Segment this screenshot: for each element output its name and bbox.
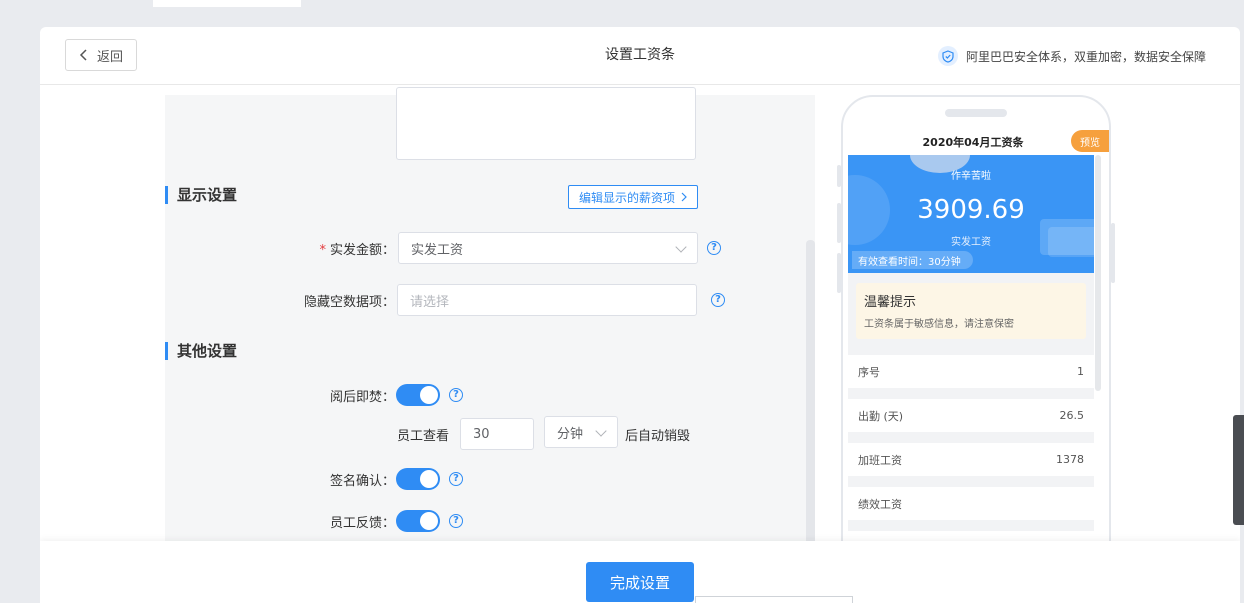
security-notice: 阿里巴巴安全体系，双重加密，数据安全保障 — [937, 43, 1206, 69]
salary-amount-label: 实发工资 — [951, 237, 991, 248]
row-value: 1 — [1077, 365, 1084, 378]
greeting-text: 作辛苦啦 — [951, 171, 991, 182]
settings-card: 返回 设置工资条 阿里巴巴安全体系，双重加密，数据安全保障 显示设置 编辑显示的… — [40, 27, 1240, 603]
chevron-down-icon — [595, 425, 607, 437]
amount-label: * 实发金额： — [319, 243, 395, 258]
side-feedback-tab[interactable] — [1233, 415, 1244, 525]
help-icon[interactable]: ? — [449, 514, 463, 528]
burn-after-read-toggle[interactable] — [396, 384, 440, 406]
burn-unit-value: 分钟 — [557, 426, 584, 442]
page-footer: 完成设置 — [40, 541, 1240, 603]
amount-select-value: 实发工资 — [411, 242, 464, 258]
help-icon[interactable]: ? — [449, 388, 463, 402]
help-icon[interactable]: ? — [449, 472, 463, 486]
row-value: 26.5 — [1059, 409, 1085, 422]
list-item: 出勤 (天) 26.5 — [848, 399, 1094, 432]
hide-empty-placeholder: 请选择 — [410, 294, 450, 310]
preview-body: 温馨提示 工资条属于敏感信息，请注意保密 序号 1 出勤 (天) 26.5 加班… — [848, 273, 1094, 573]
toggle-knob — [420, 512, 438, 530]
tip-box: 温馨提示 工资条属于敏感信息，请注意保密 — [856, 283, 1086, 339]
phone-button — [1111, 223, 1115, 283]
burn-minutes-value: 30 — [473, 426, 490, 442]
phone-speaker — [945, 109, 1007, 117]
preview-scrollbar[interactable] — [1095, 155, 1101, 391]
hide-empty-select[interactable]: 请选择 — [397, 284, 697, 316]
burn-after-read-label: 阅后即焚： — [329, 390, 395, 405]
salary-hero: 作辛苦啦 3909.69 实发工资 有效查看时间：30分钟 — [848, 155, 1094, 273]
signature-label: 签名确认： — [329, 474, 395, 489]
list-item: 加班工资 1378 — [848, 443, 1094, 476]
form-panel: 显示设置 编辑显示的薪资项 * 实发金额： 实发工资 ? 隐藏空数据项： 请选择 … — [165, 87, 815, 573]
browser-tab[interactable] — [153, 0, 301, 7]
phone-preview: 2020年04月工资条 预览 作辛苦啦 3909.69 实发工资 有效查看时间：… — [841, 95, 1111, 575]
feedback-label: 员工反馈： — [329, 516, 395, 531]
preview-title: 2020年04月工资条 — [922, 136, 1024, 149]
salary-amount: 3909.69 — [917, 195, 1025, 225]
footer-secondary-button[interactable] — [695, 596, 853, 603]
help-icon[interactable]: ? — [711, 293, 725, 307]
edit-salary-items-link[interactable]: 编辑显示的薪资项 — [568, 185, 698, 209]
hide-empty-label: 隐藏空数据项： — [303, 295, 395, 310]
shield-icon — [937, 46, 958, 66]
display-settings-title: 显示设置 — [165, 186, 237, 204]
page-header: 返回 设置工资条 阿里巴巴安全体系，双重加密，数据安全保障 — [40, 27, 1240, 85]
amount-select[interactable]: 实发工资 — [398, 232, 698, 264]
list-item: 绩效工资 — [848, 487, 1094, 520]
toggle-knob — [420, 470, 438, 488]
list-item: 序号 1 — [848, 355, 1094, 388]
chevron-down-icon — [675, 241, 687, 253]
tip-title: 温馨提示 — [864, 295, 917, 310]
edit-salary-items-label: 编辑显示的薪资项 — [578, 190, 675, 205]
valid-time-badge: 有效查看时间：30分钟 — [852, 251, 973, 269]
feedback-toggle[interactable] — [396, 510, 440, 532]
row-label: 绩效工资 — [858, 497, 902, 511]
row-label: 序号 — [858, 365, 880, 379]
form-scrollbar[interactable] — [806, 240, 815, 550]
burn-suffix-text: 后自动销毁 — [625, 429, 691, 444]
security-text: 阿里巴巴安全体系，双重加密，数据安全保障 — [965, 49, 1206, 64]
tip-text: 工资条属于敏感信息，请注意保密 — [864, 319, 1014, 330]
toggle-knob — [420, 386, 438, 404]
required-mark: * — [319, 243, 326, 258]
row-label: 加班工资 — [858, 453, 902, 467]
remark-textarea[interactable] — [396, 87, 696, 160]
burn-minutes-input[interactable]: 30 — [460, 418, 534, 450]
burn-prefix-text: 员工查看 — [397, 429, 450, 444]
signature-toggle[interactable] — [396, 468, 440, 490]
row-label: 出勤 (天) — [858, 409, 904, 423]
burn-unit-select[interactable]: 分钟 — [544, 416, 618, 448]
chevron-right-icon — [681, 192, 687, 202]
preview-badge[interactable]: 预览 — [1071, 130, 1109, 152]
other-settings-title: 其他设置 — [165, 342, 237, 360]
help-icon[interactable]: ? — [707, 241, 721, 255]
row-value: 1378 — [1056, 453, 1084, 466]
finish-settings-button[interactable]: 完成设置 — [586, 562, 694, 602]
